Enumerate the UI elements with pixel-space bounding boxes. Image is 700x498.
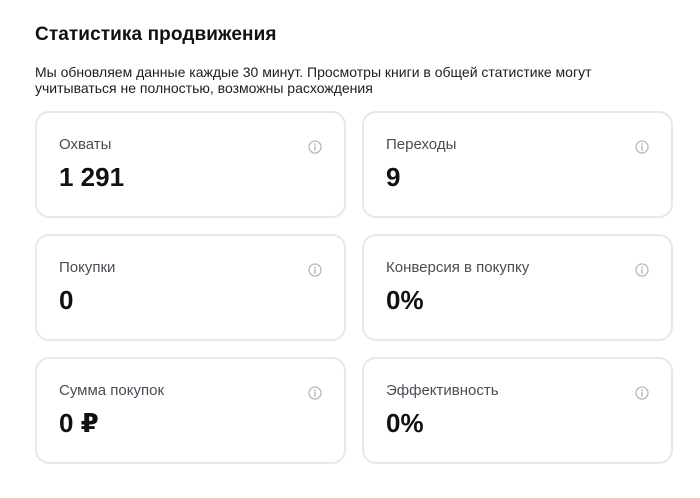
info-icon[interactable] xyxy=(308,140,322,154)
stat-value: 0% xyxy=(386,408,424,438)
page-title: Статистика продвижения xyxy=(35,24,277,45)
stat-label: Эффективность xyxy=(386,382,499,399)
stat-value: 0% xyxy=(386,285,424,315)
stat-card-purchases: Покупки 0 xyxy=(35,234,346,341)
stat-value: 1 291 xyxy=(59,162,125,192)
stat-label: Покупки xyxy=(59,259,116,276)
stat-label: Сумма покупок xyxy=(59,382,165,399)
info-icon[interactable] xyxy=(635,263,649,277)
stat-card-reach: Охваты 1 291 xyxy=(35,111,346,218)
promotion-stats-header: Статистика продвижения Мы обновляем данн… xyxy=(35,24,675,96)
stat-value: 9 xyxy=(386,162,401,192)
stat-label: Конверсия в покупку xyxy=(386,259,530,276)
stat-label: Переходы xyxy=(386,136,457,153)
stat-card-conversion: Конверсия в покупку 0% xyxy=(362,234,673,341)
stat-card-efficiency: Эффективность 0% xyxy=(362,357,673,464)
stat-value: 0 xyxy=(59,285,74,315)
stat-card-purchase-sum: Сумма покупок 0 ₽ xyxy=(35,357,346,464)
stat-label: Охваты xyxy=(59,136,112,153)
info-icon[interactable] xyxy=(635,386,649,400)
stats-grid: Охваты 1 291 Переходы 9 Покупки 0 Конвер… xyxy=(35,111,675,464)
info-icon[interactable] xyxy=(635,140,649,154)
page-description: Мы обновляем данные каждые 30 минут. Про… xyxy=(35,64,592,96)
stat-card-clicks: Переходы 9 xyxy=(362,111,673,218)
info-icon[interactable] xyxy=(308,386,322,400)
info-icon[interactable] xyxy=(308,263,322,277)
stat-value: 0 ₽ xyxy=(59,408,99,438)
